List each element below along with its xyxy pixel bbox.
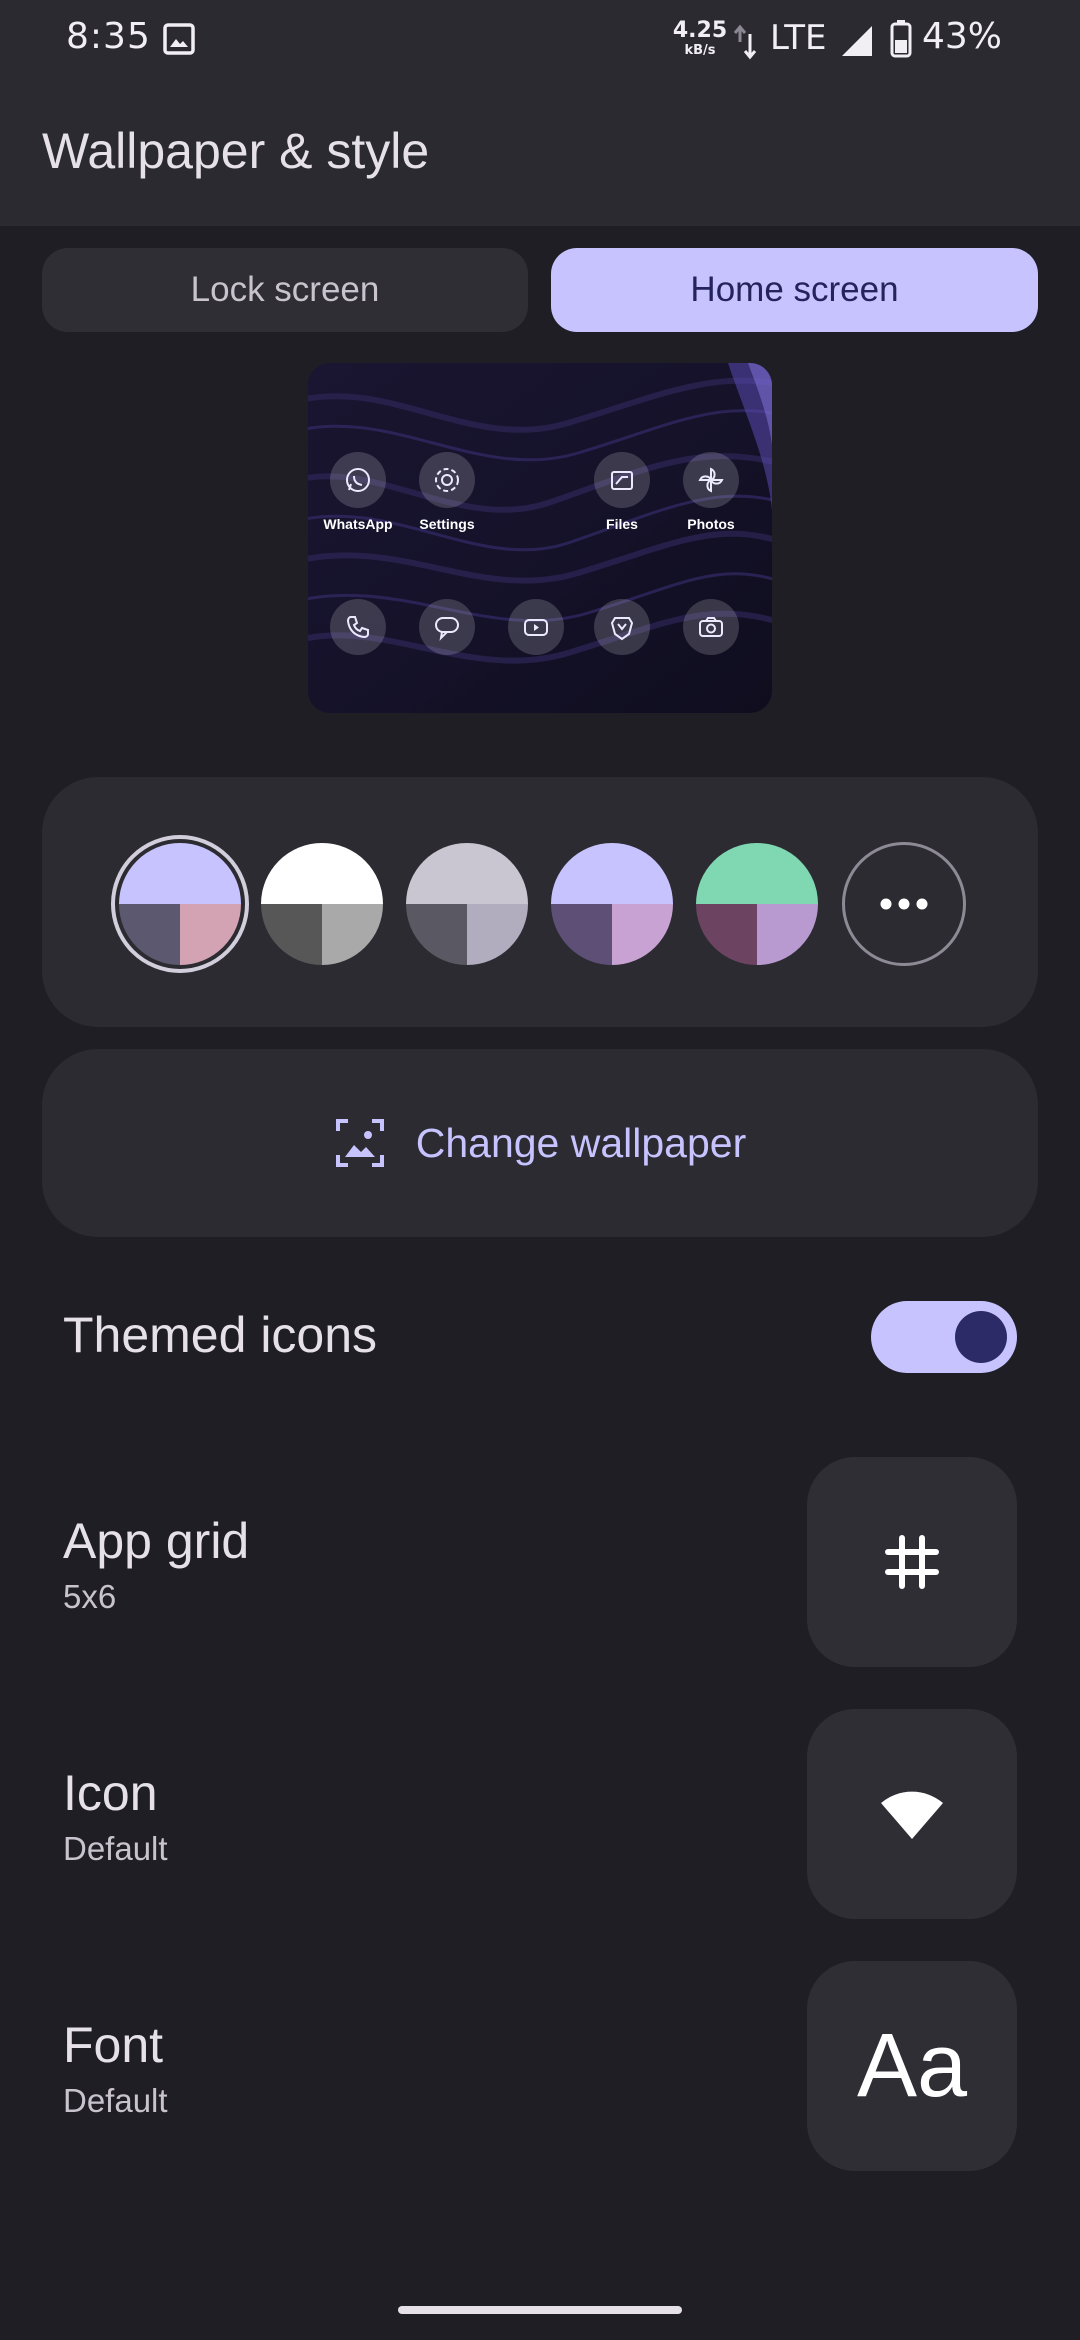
- battery-icon: [890, 20, 912, 58]
- change-wallpaper-button[interactable]: Change wallpaper: [42, 1049, 1038, 1237]
- preview-app-settings: Settings: [397, 452, 497, 532]
- page-title: Wallpaper & style: [42, 123, 430, 179]
- preview-app-whatsapp: WhatsApp: [308, 452, 408, 532]
- files-icon: [594, 452, 650, 508]
- preview-app-files: Files: [572, 452, 672, 532]
- color-swatch-4[interactable]: [551, 843, 673, 965]
- preview-dock-messages: [397, 599, 497, 655]
- preview-dock-camera: [661, 599, 761, 655]
- app-grid-label[interactable]: App grid: [63, 1512, 249, 1570]
- icon-style-value: Default: [63, 1830, 168, 1867]
- icon-style-tile[interactable]: [807, 1709, 1017, 1919]
- youtube-icon: [508, 599, 564, 655]
- status-time: 8:35: [66, 16, 151, 57]
- change-wallpaper-label: Change wallpaper: [415, 1119, 747, 1166]
- photos-pinwheel-icon: [683, 452, 739, 508]
- brave-icon: [594, 599, 650, 655]
- phone-icon: [330, 599, 386, 655]
- data-transfer-icon: [733, 24, 757, 60]
- preview-dock-phone: [308, 599, 408, 655]
- home-gesture-bar[interactable]: [398, 2306, 682, 2314]
- color-swatch-1[interactable]: [119, 843, 241, 965]
- wallpaper-icon: [335, 1119, 384, 1167]
- wallpaper-preview-image: [308, 363, 772, 713]
- font-value: Default: [63, 2082, 168, 2119]
- grid-hash-icon: [885, 1535, 939, 1589]
- battery-percent: 43%: [922, 16, 1003, 57]
- preview-dock-brave: [572, 599, 672, 655]
- color-swatch-5[interactable]: [696, 843, 818, 965]
- font-tile[interactable]: Aa: [807, 1961, 1017, 2171]
- preview-dock-youtube: [486, 599, 586, 655]
- icon-style-label[interactable]: Icon: [63, 1764, 158, 1822]
- app-grid-tile[interactable]: [807, 1457, 1017, 1667]
- image-notification-icon: [163, 23, 195, 55]
- font-sample-text: Aa: [856, 2015, 968, 2116]
- network-speed: 4.25 kB/s: [672, 18, 728, 58]
- color-swatch-3[interactable]: [406, 843, 528, 965]
- more-horiz-icon: [880, 898, 928, 910]
- camera-icon: [683, 599, 739, 655]
- themed-icons-label: Themed icons: [63, 1307, 378, 1363]
- themed-icons-toggle[interactable]: [871, 1301, 1017, 1373]
- home-screen-preview[interactable]: WhatsApp Settings Files Photos: [308, 363, 772, 713]
- signal-icon: [842, 26, 872, 56]
- app-grid-value: 5x6: [63, 1578, 117, 1615]
- preview-app-photos: Photos: [661, 452, 761, 532]
- status-bar: 8:35 4.25 kB/s LTE 43%: [0, 0, 1080, 80]
- whatsapp-icon: [330, 452, 386, 508]
- settings-gear-icon: [419, 452, 475, 508]
- toggle-knob: [955, 1311, 1007, 1363]
- tab-lock-screen[interactable]: Lock screen: [42, 248, 528, 332]
- messages-icon: [419, 599, 475, 655]
- tab-home-screen[interactable]: Home screen: [551, 248, 1038, 332]
- color-swatch-2[interactable]: [261, 843, 383, 965]
- more-colors-button[interactable]: [842, 842, 966, 966]
- font-label[interactable]: Font: [63, 2016, 163, 2074]
- network-type: LTE: [770, 18, 827, 58]
- wifi-shape-icon: [881, 1791, 943, 1839]
